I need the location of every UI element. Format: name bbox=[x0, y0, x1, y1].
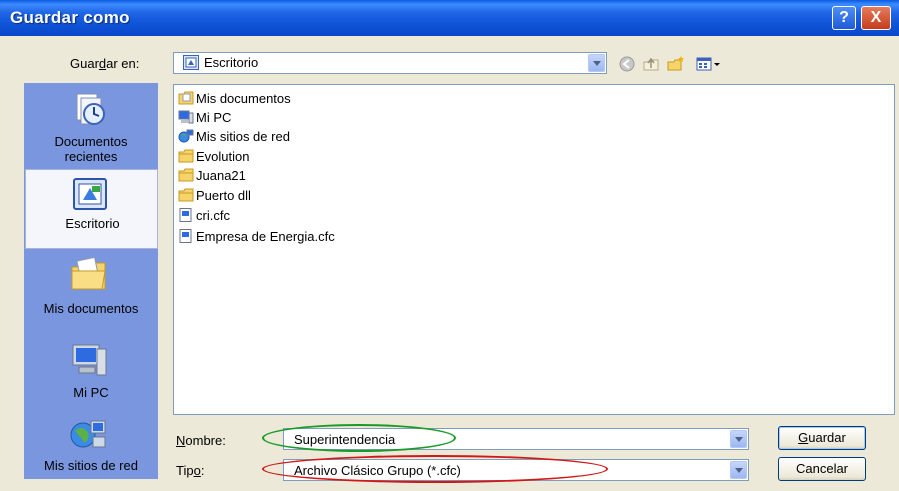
my-documents-icon bbox=[69, 255, 109, 293]
save-in-value: Escritorio bbox=[204, 55, 259, 70]
views-menu-icon[interactable] bbox=[695, 54, 723, 74]
file-list[interactable]: Mis documentos Mi PC Mis sitios de red E… bbox=[173, 84, 895, 415]
my-computer-icon bbox=[69, 341, 109, 379]
place-my-documents[interactable]: Mis documentos bbox=[24, 249, 158, 329]
place-my-pc-label: Mi PC bbox=[73, 385, 109, 400]
folder-icon bbox=[178, 149, 194, 163]
place-recent-documents-label: Documentos recientes bbox=[54, 134, 128, 164]
filetype-label: Tipo: bbox=[176, 463, 204, 478]
save-button[interactable]: Guardar bbox=[778, 426, 866, 450]
file-name: Empresa de Energia.cfc bbox=[196, 228, 335, 244]
place-desktop-label: Escritorio bbox=[65, 216, 120, 231]
network-places-icon bbox=[69, 415, 109, 453]
filename-label: Nombre: bbox=[176, 433, 226, 448]
file-name: Mi PC bbox=[196, 109, 232, 125]
folder-icon bbox=[178, 188, 194, 202]
save-in-label: Guardar en: bbox=[70, 56, 139, 71]
save-button-key: G bbox=[798, 430, 809, 445]
list-item[interactable]: Mi PC bbox=[178, 108, 231, 126]
list-item[interactable]: Evolution bbox=[178, 147, 249, 165]
folder-icon bbox=[178, 168, 194, 182]
my-computer-icon bbox=[178, 110, 194, 124]
list-item[interactable]: Empresa de Energia.cfc bbox=[178, 227, 335, 245]
desktop-icon bbox=[70, 176, 110, 214]
filename-label-post: ombre: bbox=[185, 433, 226, 448]
cfc-file-icon bbox=[178, 229, 194, 243]
filetype-highlight-ellipse bbox=[262, 455, 608, 483]
save-as-dialog: Guardar como ? X Guardar en: Escritorio … bbox=[0, 0, 899, 491]
chevron-down-icon[interactable] bbox=[588, 54, 605, 72]
save-button-label: uardar bbox=[808, 430, 846, 445]
places-bar: Documentos recientes Escritorio Mis docu… bbox=[24, 83, 158, 479]
file-name: Mis documentos bbox=[196, 90, 291, 106]
place-network[interactable]: Mis sitios de red bbox=[24, 403, 158, 479]
filename-label-key: N bbox=[176, 433, 186, 448]
recent-documents-icon bbox=[69, 90, 109, 128]
save-in-label-post: ar en: bbox=[106, 56, 140, 71]
place-network-label: Mis sitios de red bbox=[44, 458, 138, 473]
file-name: Juana21 bbox=[196, 167, 246, 183]
title-bar[interactable]: Guardar como ? X bbox=[0, 0, 899, 36]
cfc-file-icon bbox=[178, 208, 194, 222]
place-desktop[interactable]: Escritorio bbox=[25, 169, 158, 249]
filetype-label-post: : bbox=[200, 463, 205, 478]
chevron-down-icon[interactable] bbox=[730, 430, 747, 448]
place-my-pc[interactable]: Mi PC bbox=[24, 329, 158, 403]
save-in-combo[interactable]: Escritorio bbox=[173, 52, 607, 74]
desktop-icon bbox=[183, 55, 199, 70]
help-button[interactable]: ? bbox=[832, 6, 856, 30]
chevron-down-icon[interactable] bbox=[730, 461, 747, 479]
filename-highlight-ellipse bbox=[262, 424, 456, 452]
list-item[interactable]: Juana21 bbox=[178, 166, 246, 184]
new-folder-icon[interactable] bbox=[666, 54, 686, 74]
place-recent-documents[interactable]: Documentos recientes bbox=[24, 83, 158, 169]
up-folder-icon[interactable] bbox=[641, 54, 661, 74]
list-item[interactable]: Mis sitios de red bbox=[178, 127, 290, 145]
save-in-label-pre: Guar bbox=[70, 56, 99, 71]
file-name: cri.cfc bbox=[196, 207, 230, 223]
file-name: Evolution bbox=[196, 148, 250, 164]
close-button[interactable]: X bbox=[861, 6, 891, 30]
back-icon[interactable] bbox=[617, 54, 637, 74]
file-name: Mis sitios de red bbox=[196, 128, 290, 144]
place-my-documents-label: Mis documentos bbox=[43, 301, 139, 316]
list-item[interactable]: cri.cfc bbox=[178, 206, 230, 224]
filetype-label-pre: Tip bbox=[176, 463, 194, 478]
filetype-label-key: o bbox=[193, 463, 201, 478]
network-places-icon bbox=[178, 129, 194, 143]
window-title: Guardar como bbox=[10, 8, 130, 27]
list-item[interactable]: Puerto dll bbox=[178, 186, 251, 204]
cancel-button[interactable]: Cancelar bbox=[778, 457, 866, 481]
my-documents-folder-icon bbox=[178, 91, 194, 105]
list-item[interactable]: Mis documentos bbox=[178, 89, 291, 107]
file-name: Puerto dll bbox=[196, 187, 251, 203]
